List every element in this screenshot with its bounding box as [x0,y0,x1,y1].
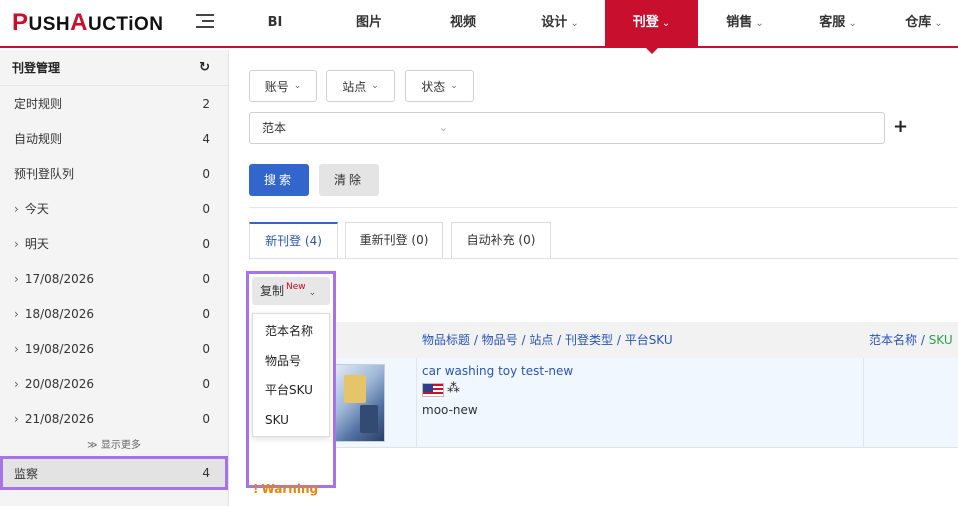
sidebar-item-date[interactable]: › 20/08/2026 0 [0,366,228,401]
chevron-right-icon: › [14,271,19,286]
chevron-down-icon: ⌄ [848,18,857,29]
sidebar-item-scheduled-rules[interactable]: 定时规则 2 [0,86,228,121]
tabs-divider [249,258,958,259]
sidebar: 刊登管理 ↻ 定时规则 2 自动规则 4 预刊登队列 0 › 今天 0 › 明天 0 › 17/… [0,50,229,506]
chevron-right-icon: › [14,202,19,216]
chevron-down-icon: ⌄ [293,81,302,91]
chevron-right-icon: › [14,411,19,426]
top-nav: PUSHAUCTiON BI 图片 视频 设计 ⌄ 刊登 ⌄ 销售 ⌄ 客服 ⌄ 仓库 ⌄ [0,0,958,54]
chevron-down-icon: ⌄ [661,18,671,29]
sidebar-header: 刊登管理 ↻ [0,50,228,86]
logo[interactable]: PUSHAUCTiON [12,9,163,37]
nav-video[interactable]: 视频 [428,0,498,46]
new-badge: New [286,282,306,292]
divider [249,207,958,208]
menu-toggle-icon[interactable] [196,14,214,32]
main-content: 账号 ⌄ 站点 ⌄ 状态 ⌄ 范本 ⌄ + 搜索 清除 新刊登 (4) 重新刊登 (0)… [229,50,958,506]
refresh-icon[interactable]: ↻ [199,60,210,75]
chevron-right-icon: › [14,306,19,321]
table-row[interactable]: car washing toy test-new ⁂ moo-new [249,358,958,448]
chevron-down-icon: ⌄ [755,18,764,29]
account-filter-dropdown[interactable]: 账号 ⌄ [249,70,317,102]
show-more-link[interactable]: ≫ 显示更多 [0,436,228,456]
add-condition-plus-icon[interactable]: + [893,116,908,137]
chevron-right-icon: › [14,237,19,251]
search-button[interactable]: 搜索 [249,164,309,196]
sidebar-item-monitor[interactable]: 监察 4 [0,456,228,490]
tab-relist[interactable]: 重新刊登 (0) [345,222,443,258]
item-title-link[interactable]: car washing toy test-new [422,364,573,378]
nav-customer-service[interactable]: 客服 ⌄ [798,0,878,46]
copy-dropdown-menu: 范本名称 物品号 平台SKU SKU [252,313,330,437]
tab-new-listing[interactable]: 新刊登 (4) [249,222,338,258]
column-header-template[interactable]: 范本名称 / SKU [869,322,953,358]
status-filter-dropdown[interactable]: 状态 ⌄ [405,70,474,102]
sidebar-item-today[interactable]: › 今天 0 [0,191,228,226]
warning-label: ! Warning [253,482,319,496]
warning-icon: ! [253,482,259,496]
sidebar-item-tomorrow[interactable]: › 明天 0 [0,226,228,261]
nav-sales[interactable]: 销售 ⌄ [705,0,785,46]
chevron-down-icon: ⌄ [934,18,943,29]
nav-listing[interactable]: 刊登 ⌄ [605,0,698,54]
copy-menu-item-sku[interactable]: SKU [253,406,329,436]
sidebar-item-auto-rules[interactable]: 自动规则 4 [0,121,228,156]
chevron-down-icon: ⌄ [570,18,579,29]
copy-dropdown-highlight: 复制 New⌄ 范本名称 物品号 平台SKU SKU [246,271,336,488]
us-flag-icon [422,383,444,397]
template-field-select[interactable]: 范本 ⌄ [249,112,461,144]
copy-menu-item-template-name[interactable]: 范本名称 [253,317,329,347]
nav-warehouse[interactable]: 仓库 ⌄ [890,0,958,46]
sidebar-title: 刊登管理 [12,61,61,75]
chevron-right-icon: › [14,341,19,356]
chevron-right-icon: › [14,376,19,391]
tab-auto-replenish[interactable]: 自动补充 (0) [451,222,551,258]
copy-menu-item-item-number[interactable]: 物品号 [253,347,329,377]
sidebar-item-pre-listing-queue[interactable]: 预刊登队列 0 [0,156,228,191]
clear-button[interactable]: 清除 [319,164,379,196]
nav-design[interactable]: 设计 ⌄ [520,0,600,46]
chevron-down-icon: ⌄ [308,288,317,298]
sidebar-item-date[interactable]: › 17/08/2026 0 [0,261,228,296]
chevron-down-icon: ⌄ [450,81,458,91]
chevron-down-icon: ⌄ [371,81,379,91]
copy-button[interactable]: 复制 New⌄ [252,277,330,305]
item-sku: moo-new [422,403,478,417]
sidebar-item-date[interactable]: › 21/08/2026 0 [0,401,228,436]
column-header-title[interactable]: 物品标题 / 物品号 / 站点 / 刊登类型 / 平台SKU [422,322,673,358]
chevron-down-icon: ⌄ [438,121,448,134]
sidebar-item-date[interactable]: › 18/08/2026 0 [0,296,228,331]
variation-icon: ⁂ [447,381,460,396]
sidebar-item-date[interactable]: › 19/08/2026 0 [0,331,228,366]
table-header: 物品标题 / 物品号 / 站点 / 刊登类型 / 平台SKU 范本名称 / SK… [249,322,958,358]
nav-images[interactable]: 图片 [334,0,404,46]
site-filter-dropdown[interactable]: 站点 ⌄ [326,70,395,102]
template-search-input[interactable] [460,112,885,144]
product-thumbnail[interactable] [335,364,385,442]
nav-bi[interactable]: BI [240,0,310,46]
copy-menu-item-platform-sku[interactable]: 平台SKU [253,376,329,406]
